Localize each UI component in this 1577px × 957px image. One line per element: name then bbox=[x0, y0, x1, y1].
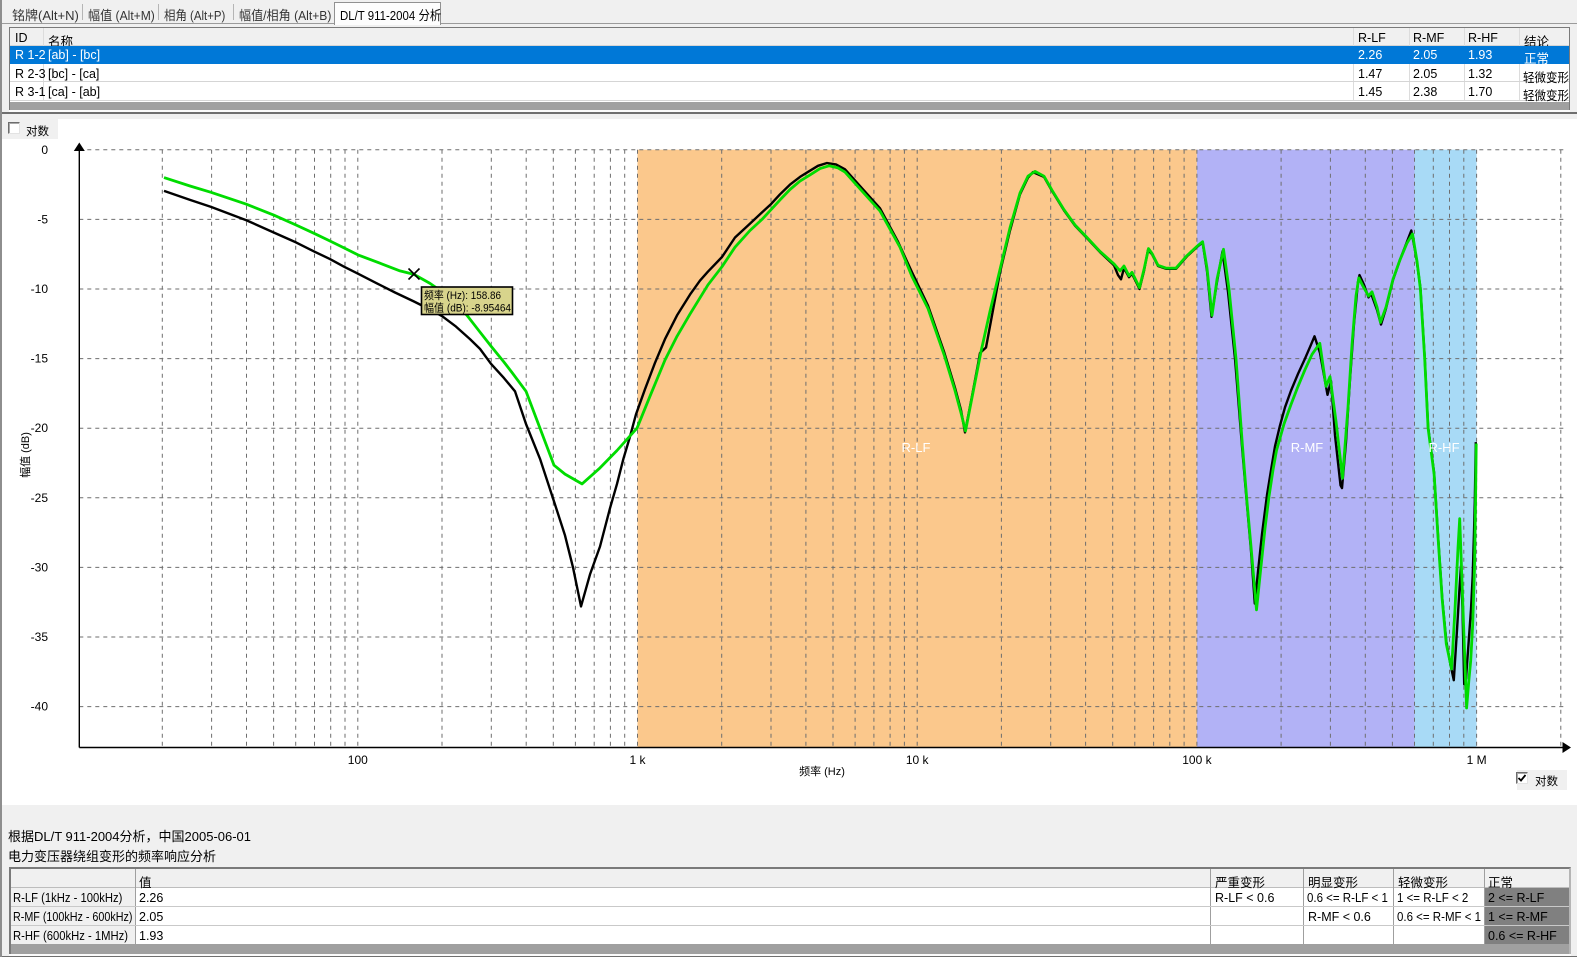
svg-text:100: 100 bbox=[348, 753, 368, 767]
svg-text:幅值 (dB): -8.95464: 幅值 (dB): -8.95464 bbox=[424, 302, 511, 315]
svg-text:1 M: 1 M bbox=[1467, 753, 1487, 767]
svg-text:频率 (Hz): 158.86: 频率 (Hz): 158.86 bbox=[424, 288, 501, 302]
svg-text:1 k: 1 k bbox=[629, 753, 646, 767]
svg-text:-10: -10 bbox=[31, 282, 49, 296]
svg-text:R-HF: R-HF bbox=[1428, 440, 1459, 455]
svg-text:100 k: 100 k bbox=[1182, 753, 1212, 767]
svg-text:-5: -5 bbox=[37, 212, 48, 226]
svg-text:-40: -40 bbox=[31, 700, 49, 714]
svg-text:频率 (Hz): 频率 (Hz) bbox=[799, 764, 845, 778]
svg-text:R-LF: R-LF bbox=[902, 440, 931, 455]
svg-text:-25: -25 bbox=[31, 491, 49, 505]
svg-text:幅值 (dB): 幅值 (dB) bbox=[19, 432, 32, 478]
svg-text:-20: -20 bbox=[31, 421, 49, 435]
svg-text:0: 0 bbox=[41, 143, 48, 157]
svg-text:-35: -35 bbox=[31, 630, 49, 644]
svg-text:-15: -15 bbox=[31, 352, 49, 366]
svg-text:R-MF: R-MF bbox=[1291, 440, 1324, 455]
svg-text:-30: -30 bbox=[31, 560, 49, 574]
svg-text:10 k: 10 k bbox=[906, 753, 930, 767]
